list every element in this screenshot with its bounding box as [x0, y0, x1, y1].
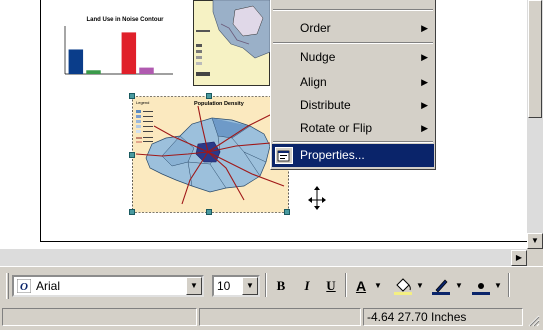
scroll-down-button[interactable]: ▼ [527, 233, 543, 249]
chevron-down-icon: ▼ [190, 281, 198, 290]
menu-item-label: Align [300, 75, 327, 89]
chart-bar [86, 70, 101, 74]
menu-item-label: Order [300, 21, 331, 35]
marker-color-dropdown-arrow-icon[interactable]: ▼ [494, 281, 502, 290]
arrow-down-icon: ▼ [531, 236, 539, 245]
chart-bar [68, 49, 84, 74]
chart-frame[interactable]: Land Use in Noise Contour [55, 12, 180, 80]
fill-color-dropdown-arrow-icon[interactable]: ▼ [416, 281, 424, 290]
menu-item-label: Properties... [300, 148, 365, 162]
chart-bars [68, 32, 154, 74]
menu-item-label: Distribute [300, 98, 351, 112]
horizontal-scrollbar[interactable] [0, 249, 527, 266]
pen-icon [435, 279, 448, 293]
svg-text:O: O [20, 281, 28, 293]
line-color-button[interactable] [430, 276, 452, 296]
selection-handle-s[interactable] [206, 209, 212, 215]
menu-item-distribute[interactable]: Distribute ▶ [272, 94, 434, 117]
resize-grip-icon[interactable] [526, 313, 540, 327]
font-color-dropdown-arrow-icon[interactable]: ▼ [374, 281, 382, 290]
arrow-right-icon: ▶ [515, 253, 523, 262]
marker-color-button[interactable] [470, 276, 492, 296]
submenu-arrow-icon: ▶ [421, 100, 428, 110]
font-size-dropdown-button[interactable]: ▼ [242, 277, 258, 295]
submenu-arrow-icon: ▶ [421, 52, 428, 62]
chevron-down-icon: ▼ [246, 281, 254, 290]
toolbar-grip[interactable] [6, 273, 9, 299]
chart-title: Land Use in Noise Contour [86, 17, 164, 23]
toolbar-separator [508, 273, 510, 297]
selection-handle-w[interactable] [129, 152, 135, 158]
font-name-dropdown[interactable]: O Arial ▼ [12, 275, 204, 297]
toolbar-separator [265, 273, 267, 297]
truetype-font-icon: O [17, 279, 31, 293]
chart-bar [139, 67, 154, 74]
menu-separator [273, 141, 433, 143]
status-message-pane [2, 308, 197, 326]
font-size-value: 10 [217, 279, 231, 293]
properties-icon [275, 147, 293, 164]
selection-handle-se[interactable] [284, 209, 290, 215]
status-coordinates: -4.64 27.70 Inches [363, 308, 523, 326]
menu-separator [273, 9, 433, 11]
submenu-arrow-icon: ▶ [421, 123, 428, 133]
status-blank-pane [199, 308, 361, 326]
toolbar-separator [345, 273, 347, 297]
menu-separator [273, 42, 433, 44]
underline-button[interactable]: U [320, 275, 342, 297]
menu-item-label: Nudge [300, 50, 336, 64]
chart-bar [121, 32, 137, 74]
scrollbar-corner [527, 249, 543, 266]
selection-handle-nw[interactable] [129, 93, 135, 99]
bold-button[interactable]: B [270, 275, 292, 297]
marker-dot-icon [478, 283, 484, 289]
menu-item-label: Rotate or Flip [300, 121, 373, 135]
map-title: Population Density [194, 101, 245, 107]
vertical-scroll-thumb[interactable] [528, 0, 542, 118]
menu-item-align[interactable]: Align ▶ [272, 71, 434, 94]
fill-color-button[interactable] [392, 276, 414, 296]
selection-handle-sw[interactable] [129, 209, 135, 215]
font-name-value: Arial [36, 279, 61, 293]
scroll-right-button[interactable]: ▶ [511, 250, 527, 266]
map-legend-title: Legend [136, 100, 149, 105]
menu-item-rotate-or-flip[interactable]: Rotate or Flip ▶ [272, 117, 434, 140]
menu-item-properties[interactable]: Properties... [272, 144, 434, 167]
menu-item-order[interactable]: Order ▶ [272, 17, 434, 40]
selection-handle-n[interactable] [206, 93, 212, 99]
italic-button[interactable]: I [296, 275, 318, 297]
line-color-dropdown-arrow-icon[interactable]: ▼ [455, 281, 463, 290]
submenu-arrow-icon: ▶ [421, 23, 428, 33]
menu-item-nudge[interactable]: Nudge ▶ [272, 46, 434, 69]
font-color-button[interactable]: A [350, 275, 372, 297]
inset-map-frame[interactable] [193, 0, 270, 86]
layout-view[interactable]: Land Use in Noise Contour Population Den… [0, 0, 527, 249]
font-name-dropdown-button[interactable]: ▼ [186, 277, 202, 295]
paint-bucket-icon [396, 278, 410, 292]
font-size-dropdown[interactable]: 10 ▼ [212, 275, 260, 297]
move-cursor-icon [308, 186, 326, 210]
submenu-arrow-icon: ▶ [421, 77, 428, 87]
population-map-frame[interactable]: Population Density Legend [132, 96, 290, 214]
